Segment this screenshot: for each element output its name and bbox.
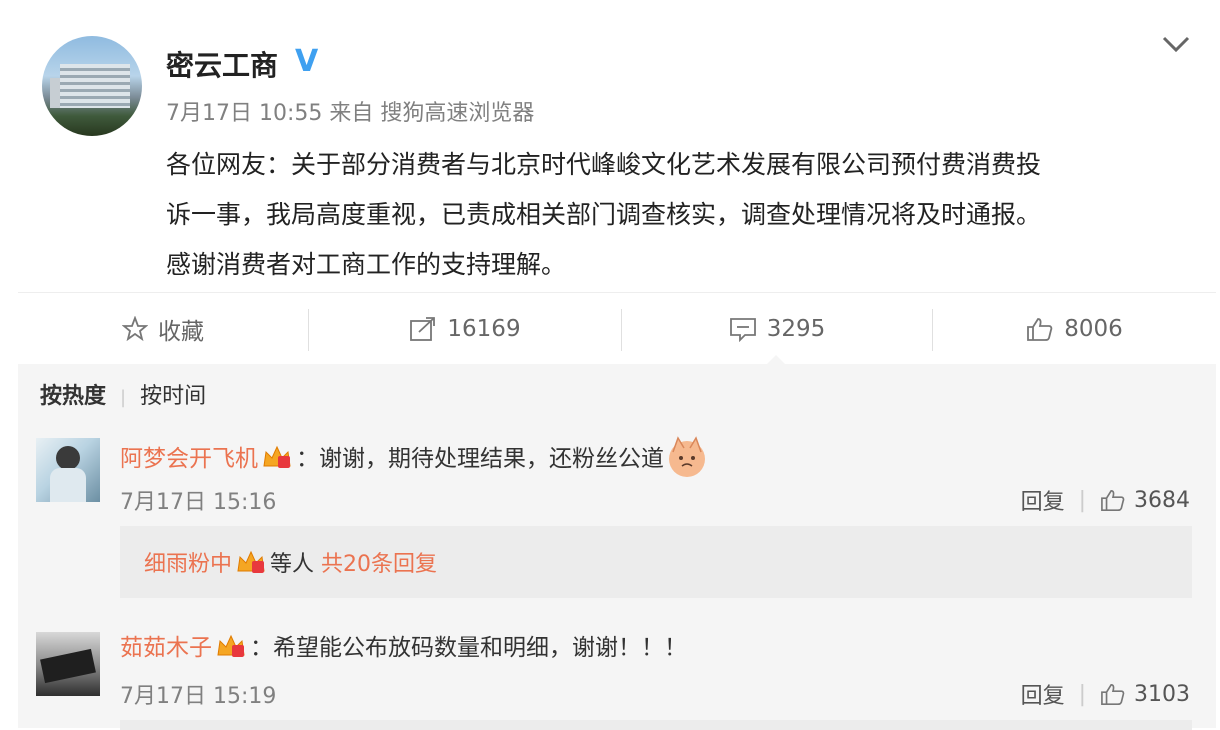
sort-by-time[interactable]: 按时间 [140,384,206,409]
commenter-name[interactable]: 阿梦会开飞机 [120,446,258,472]
thumbs-up-icon [1027,318,1053,341]
comment-icon [729,318,756,342]
comment-body: 茹茹木子 ：希望能公布放码数量和明细，谢谢！！！ [120,628,687,662]
reply-count-link[interactable]: 共20条回复 [321,552,437,577]
comments-section: 按热度 | 按时间 阿梦会开飞机 ：谢谢，期待处理结果，还粉丝公道 7月17日 15:… [18,364,1216,730]
comment-text: ：希望能公布放码数量和明细，谢谢！！！ [250,635,687,661]
post-content-line: 感谢消费者对工商工作的支持理解。 [166,250,567,279]
like-count: 8006 [1064,316,1123,342]
reply-button[interactable]: 回复 [1021,484,1065,516]
comment-body: 阿梦会开飞机 ：谢谢，期待处理结果，还粉丝公道 [120,434,710,480]
divider: | [1078,487,1086,513]
emoji-sticker-icon [669,436,705,477]
reply-summary[interactable]: 细雨粉中 等人 共20条回复 [120,526,1192,598]
commenter-name[interactable]: 茹茹木子 [120,635,212,661]
thumbs-up-icon[interactable] [1100,488,1126,512]
reply-button[interactable]: 回复 [1021,678,1065,710]
comment-count: 3295 [766,316,826,342]
repost-icon [410,317,436,341]
comment-time: 7月17日 15:19 [120,684,277,709]
repost-button[interactable]: 16169 [309,293,621,365]
commenter-avatar[interactable] [36,632,100,696]
post-meta: 7月17日 10:55 来自 搜狗高速浏览器 [166,101,535,126]
avatar-building [60,64,130,108]
thumbs-up-icon[interactable] [1100,682,1126,706]
action-bar: 收藏 16169 3295 8006 [18,292,1216,365]
vip-crown-icon[interactable] [216,633,246,659]
comment-text: ：谢谢，期待处理结果，还粉丝公道 [296,446,664,472]
sort-by-hot[interactable]: 按热度 [40,384,106,409]
vip-crown-icon[interactable] [262,444,292,470]
sort-tabs: 按热度 | 按时间 [40,378,206,410]
comment-like-count: 3103 [1134,681,1190,707]
weibo-post: 密云工商 V 7月17日 10:55 来自 搜狗高速浏览器 各位网友：关于部分消… [0,0,1220,292]
favorite-label: 收藏 [158,319,204,345]
reply-summary-partial [120,720,1192,730]
sort-divider: | [120,387,127,408]
post-content-line: 各位网友：关于部分消费者与北京时代峰峻文化艺术发展有限公司预付费消费投 [166,150,1042,179]
user-avatar[interactable] [42,36,142,136]
comment-caret [767,355,785,364]
reply-summary-text: 细雨粉中 等人 共20条回复 [144,546,437,578]
star-icon [122,316,148,342]
reply-user-name[interactable]: 细雨粉中 [144,552,232,577]
post-content: 各位网友：关于部分消费者与北京时代峰峻文化艺术发展有限公司预付费消费投 诉一事，… [166,140,1196,290]
post-content-line: 诉一事，我局高度重视，已责成相关部门调查核实，调查处理情况将及时通报。 [166,200,1042,229]
comment-actions: 回复 | 3684 [1021,484,1190,516]
chevron-down-icon[interactable] [1158,28,1194,60]
comment-actions: 回复 | 3103 [1021,678,1190,710]
comment-like-count: 3684 [1134,487,1190,513]
reply-middle-text: 等人 [270,552,315,577]
vip-crown-icon [237,550,265,573]
favorite-button[interactable]: 收藏 [18,293,308,365]
comment-time: 7月17日 15:16 [120,490,277,515]
commenter-avatar[interactable] [36,438,100,502]
like-button[interactable]: 8006 [933,293,1216,365]
divider: | [1078,681,1086,707]
verified-icon: V [295,44,319,79]
repost-count: 16169 [447,316,521,342]
post-username[interactable]: 密云工商 [166,44,278,84]
